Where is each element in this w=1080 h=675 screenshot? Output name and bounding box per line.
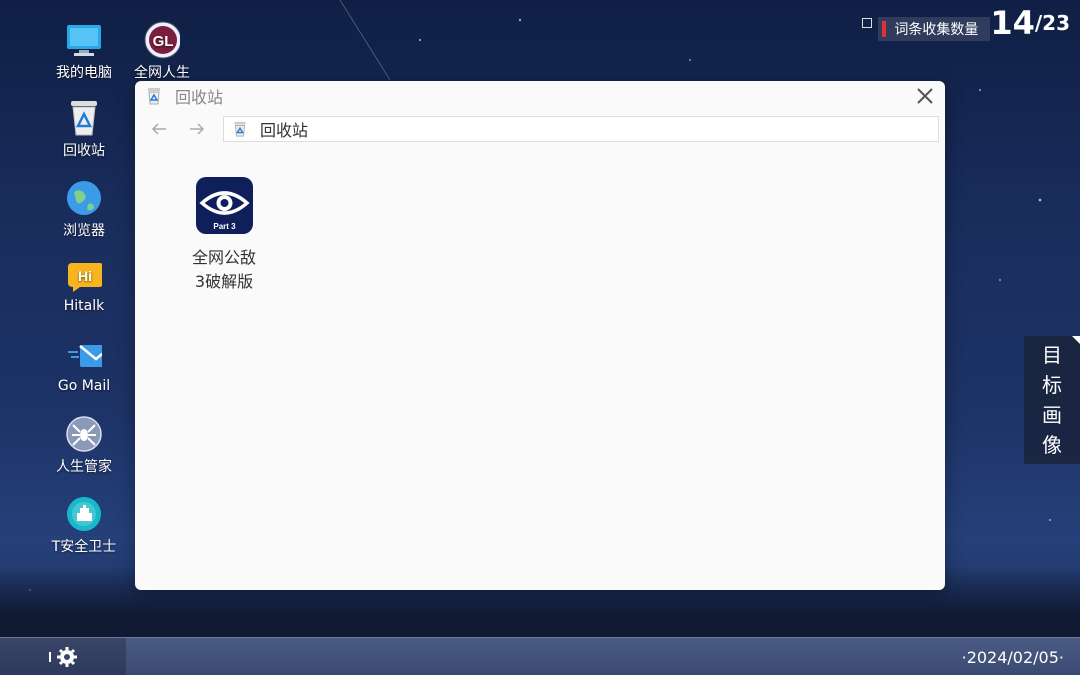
forward-button[interactable] <box>185 117 209 141</box>
icon-badge: Part 3 <box>213 222 236 231</box>
svg-text:Hi: Hi <box>78 268 92 284</box>
tab-char: 目 <box>1042 343 1062 367</box>
browser-globe-icon <box>66 180 102 216</box>
hitalk-icon: Hi <box>66 258 102 294</box>
back-button[interactable] <box>147 117 171 141</box>
address-bar[interactable]: 回收站 <box>223 116 939 142</box>
desktop-icon-my-computer[interactable]: 我的电脑 <box>46 22 122 82</box>
quanwang-logo-icon: GL <box>144 21 180 59</box>
collection-counter: 词条收集数量 14 /23 <box>862 4 1070 42</box>
counter-bar: 词条收集数量 <box>878 17 991 41</box>
close-icon[interactable] <box>915 86 935 106</box>
counter-current: 14 <box>990 4 1035 42</box>
recycle-bin-icon <box>148 88 160 105</box>
desktop-icon-quanwang[interactable]: GL 全网人生 <box>124 21 200 82</box>
mail-icon <box>66 338 102 374</box>
desktop-icon-label: Go Mail <box>57 378 111 394</box>
counter-total: /23 <box>1034 11 1070 35</box>
file-item[interactable]: Part 3 全网公敌 3破解版 <box>175 177 273 294</box>
desktop-icon-go-mail[interactable]: Go Mail <box>46 338 122 394</box>
svg-text:GL: GL <box>153 33 174 50</box>
window-navbar: 回收站 <box>135 111 945 147</box>
taskbar-date: ·2024/02/05· <box>961 648 1064 667</box>
desktop-icon-label: 人生管家 <box>56 459 112 475</box>
arrow-left-icon <box>151 123 166 135</box>
desktop-icon-label: 浏览器 <box>63 223 105 239</box>
gear-icon <box>49 647 77 667</box>
counter-label: 词条收集数量 <box>894 22 979 38</box>
window-title: 回收站 <box>175 88 224 107</box>
start-button[interactable] <box>0 638 126 675</box>
tab-char: 标 <box>1042 373 1062 397</box>
recycle-bin-window: 回收站 回收站 Part 3 全网公敌 3破解版 <box>135 81 945 590</box>
recycle-bin-icon <box>66 100 102 136</box>
target-profile-tab[interactable]: 目 标 画 像 <box>1024 336 1080 464</box>
file-label-line1: 全网公敌 <box>191 248 256 267</box>
tab-char: 像 <box>1042 433 1062 457</box>
desktop-icon-browser[interactable]: 浏览器 <box>46 180 122 240</box>
counter-checkbox[interactable] <box>862 18 873 28</box>
desktop-icon-label: Hitalk <box>63 298 105 314</box>
desktop-icon-security-guard[interactable]: T安全卫士 <box>46 496 122 556</box>
arrow-right-icon <box>190 123 205 135</box>
spider-icon <box>66 416 102 452</box>
desktop-icon-label: 全网人生 <box>134 65 190 81</box>
counter-accent-bar <box>882 21 887 37</box>
desktop-icon-label: T安全卫士 <box>51 539 117 555</box>
address-text: 回收站 <box>260 121 309 140</box>
desktop-icon-label: 回收站 <box>63 143 105 159</box>
desktop-icon-hitalk[interactable]: Hi Hitalk <box>46 258 122 314</box>
tab-corner <box>1072 336 1080 344</box>
recycle-bin-icon <box>234 121 246 137</box>
desktop-icon-life-steward[interactable]: 人生管家 <box>46 416 122 476</box>
window-titlebar[interactable]: 回收站 <box>135 81 945 111</box>
taskbar: ·2024/02/05· <box>0 637 1080 675</box>
desktop-icon-label: 我的电脑 <box>56 65 112 81</box>
computer-icon <box>66 22 102 58</box>
desktop-icon-recycle-bin[interactable]: 回收站 <box>46 100 122 160</box>
security-guard-icon <box>66 496 102 532</box>
file-label-line2: 3破解版 <box>194 272 254 291</box>
eye-part3-icon: Part 3 <box>195 177 253 234</box>
tab-char: 画 <box>1042 403 1062 427</box>
